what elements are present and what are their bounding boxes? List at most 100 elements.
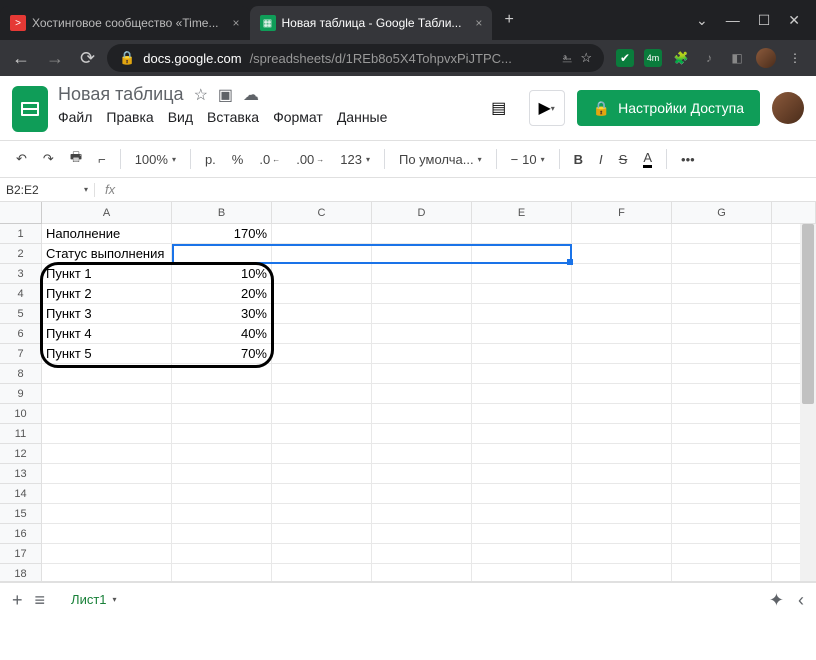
cell-F1[interactable]	[572, 224, 672, 244]
cell-B8[interactable]	[172, 364, 272, 384]
row-header-11[interactable]: 11	[0, 424, 42, 444]
minimize-icon[interactable]: —	[726, 12, 740, 29]
menu-view[interactable]: Вид	[168, 109, 193, 125]
cell-F2[interactable]	[572, 244, 672, 264]
cell-C4[interactable]	[272, 284, 372, 304]
cell-B12[interactable]	[172, 444, 272, 464]
cell-A16[interactable]	[42, 524, 172, 544]
cell-G13[interactable]	[672, 464, 772, 484]
cell-B9[interactable]	[172, 384, 272, 404]
puzzle-icon[interactable]: 🧩	[672, 49, 690, 67]
strikethrough-icon[interactable]: S	[613, 148, 634, 171]
row-header-2[interactable]: 2	[0, 244, 42, 264]
cell-F15[interactable]	[572, 504, 672, 524]
cell-D3[interactable]	[372, 264, 472, 284]
cell-E4[interactable]	[472, 284, 572, 304]
cell-B17[interactable]	[172, 544, 272, 564]
percent-button[interactable]: %	[226, 148, 250, 171]
cell-D8[interactable]	[372, 364, 472, 384]
cell-D10[interactable]	[372, 404, 472, 424]
cell-A11[interactable]	[42, 424, 172, 444]
redo-icon[interactable]: ↷	[37, 147, 60, 171]
cell-D1[interactable]	[372, 224, 472, 244]
cell-A9[interactable]	[42, 384, 172, 404]
cell-G15[interactable]	[672, 504, 772, 524]
cell-E8[interactable]	[472, 364, 572, 384]
cell-B14[interactable]	[172, 484, 272, 504]
paint-format-icon[interactable]: ⌐	[92, 148, 112, 171]
cell-G3[interactable]	[672, 264, 772, 284]
cell-A8[interactable]	[42, 364, 172, 384]
cell-B15[interactable]	[172, 504, 272, 524]
cell-E16[interactable]	[472, 524, 572, 544]
cell-G18[interactable]	[672, 564, 772, 582]
cell-E12[interactable]	[472, 444, 572, 464]
cell-D2[interactable]	[372, 244, 472, 264]
row-header-5[interactable]: 5	[0, 304, 42, 324]
cell-B13[interactable]	[172, 464, 272, 484]
cell-G12[interactable]	[672, 444, 772, 464]
cell-B1[interactable]: 170%	[172, 224, 272, 244]
cell-E5[interactable]	[472, 304, 572, 324]
close-icon[interactable]: ×	[475, 16, 482, 30]
cell-A12[interactable]	[42, 444, 172, 464]
cell-E18[interactable]	[472, 564, 572, 582]
close-icon[interactable]: ×	[233, 16, 240, 30]
cell-B4[interactable]: 20%	[172, 284, 272, 304]
cell-F18[interactable]	[572, 564, 672, 582]
cell-D7[interactable]	[372, 344, 472, 364]
sheets-logo[interactable]	[12, 86, 48, 132]
url-input[interactable]: 🔒 docs.google.com/spreadsheets/d/1REb8o5…	[107, 44, 604, 72]
cell-A1[interactable]: Наполнение	[42, 224, 172, 244]
share-button[interactable]: 🔒 Настройки Доступа	[577, 90, 760, 126]
cell-E10[interactable]	[472, 404, 572, 424]
more-icon[interactable]: •••	[675, 148, 701, 171]
cell-C3[interactable]	[272, 264, 372, 284]
cell-E15[interactable]	[472, 504, 572, 524]
cell-E2[interactable]	[472, 244, 572, 264]
chevron-down-icon[interactable]: ⌄	[696, 12, 708, 29]
row-header-6[interactable]: 6	[0, 324, 42, 344]
cell-A13[interactable]	[42, 464, 172, 484]
star-icon[interactable]: ☆	[194, 85, 208, 105]
col-header-E[interactable]: E	[472, 202, 572, 224]
maximize-icon[interactable]: ☐	[758, 12, 771, 29]
cell-A14[interactable]	[42, 484, 172, 504]
cell-B2[interactable]	[172, 244, 272, 264]
cell-D15[interactable]	[372, 504, 472, 524]
cell-G11[interactable]	[672, 424, 772, 444]
cell-A4[interactable]: Пункт 2	[42, 284, 172, 304]
cell-C10[interactable]	[272, 404, 372, 424]
cell-B7[interactable]: 70%	[172, 344, 272, 364]
row-header-14[interactable]: 14	[0, 484, 42, 504]
vertical-scrollbar[interactable]	[800, 224, 816, 581]
cell-A5[interactable]: Пункт 3	[42, 304, 172, 324]
cell-G6[interactable]	[672, 324, 772, 344]
bold-icon[interactable]: B	[568, 148, 589, 171]
back-icon[interactable]: ←	[8, 48, 34, 69]
cell-D16[interactable]	[372, 524, 472, 544]
cell-F13[interactable]	[572, 464, 672, 484]
increase-decimal-button[interactable]: .00→	[290, 148, 330, 171]
cell-E6[interactable]	[472, 324, 572, 344]
cell-C1[interactable]	[272, 224, 372, 244]
cell-E13[interactable]	[472, 464, 572, 484]
cell-A15[interactable]	[42, 504, 172, 524]
row-header-17[interactable]: 17	[0, 544, 42, 564]
cell-C8[interactable]	[272, 364, 372, 384]
row-header-12[interactable]: 12	[0, 444, 42, 464]
cell-G2[interactable]	[672, 244, 772, 264]
cell-A17[interactable]	[42, 544, 172, 564]
cell-G8[interactable]	[672, 364, 772, 384]
doc-title[interactable]: Новая таблица	[58, 84, 184, 105]
add-sheet-button[interactable]: +	[12, 590, 23, 611]
name-box[interactable]: B2:E2▾	[0, 183, 95, 197]
col-header-7[interactable]	[772, 202, 816, 224]
cell-C14[interactable]	[272, 484, 372, 504]
browser-tab-1[interactable]: ▦ Новая таблица - Google Табли... ×	[250, 6, 493, 40]
cell-G16[interactable]	[672, 524, 772, 544]
cell-A18[interactable]	[42, 564, 172, 582]
cell-G10[interactable]	[672, 404, 772, 424]
cell-F14[interactable]	[572, 484, 672, 504]
col-header-C[interactable]: C	[272, 202, 372, 224]
